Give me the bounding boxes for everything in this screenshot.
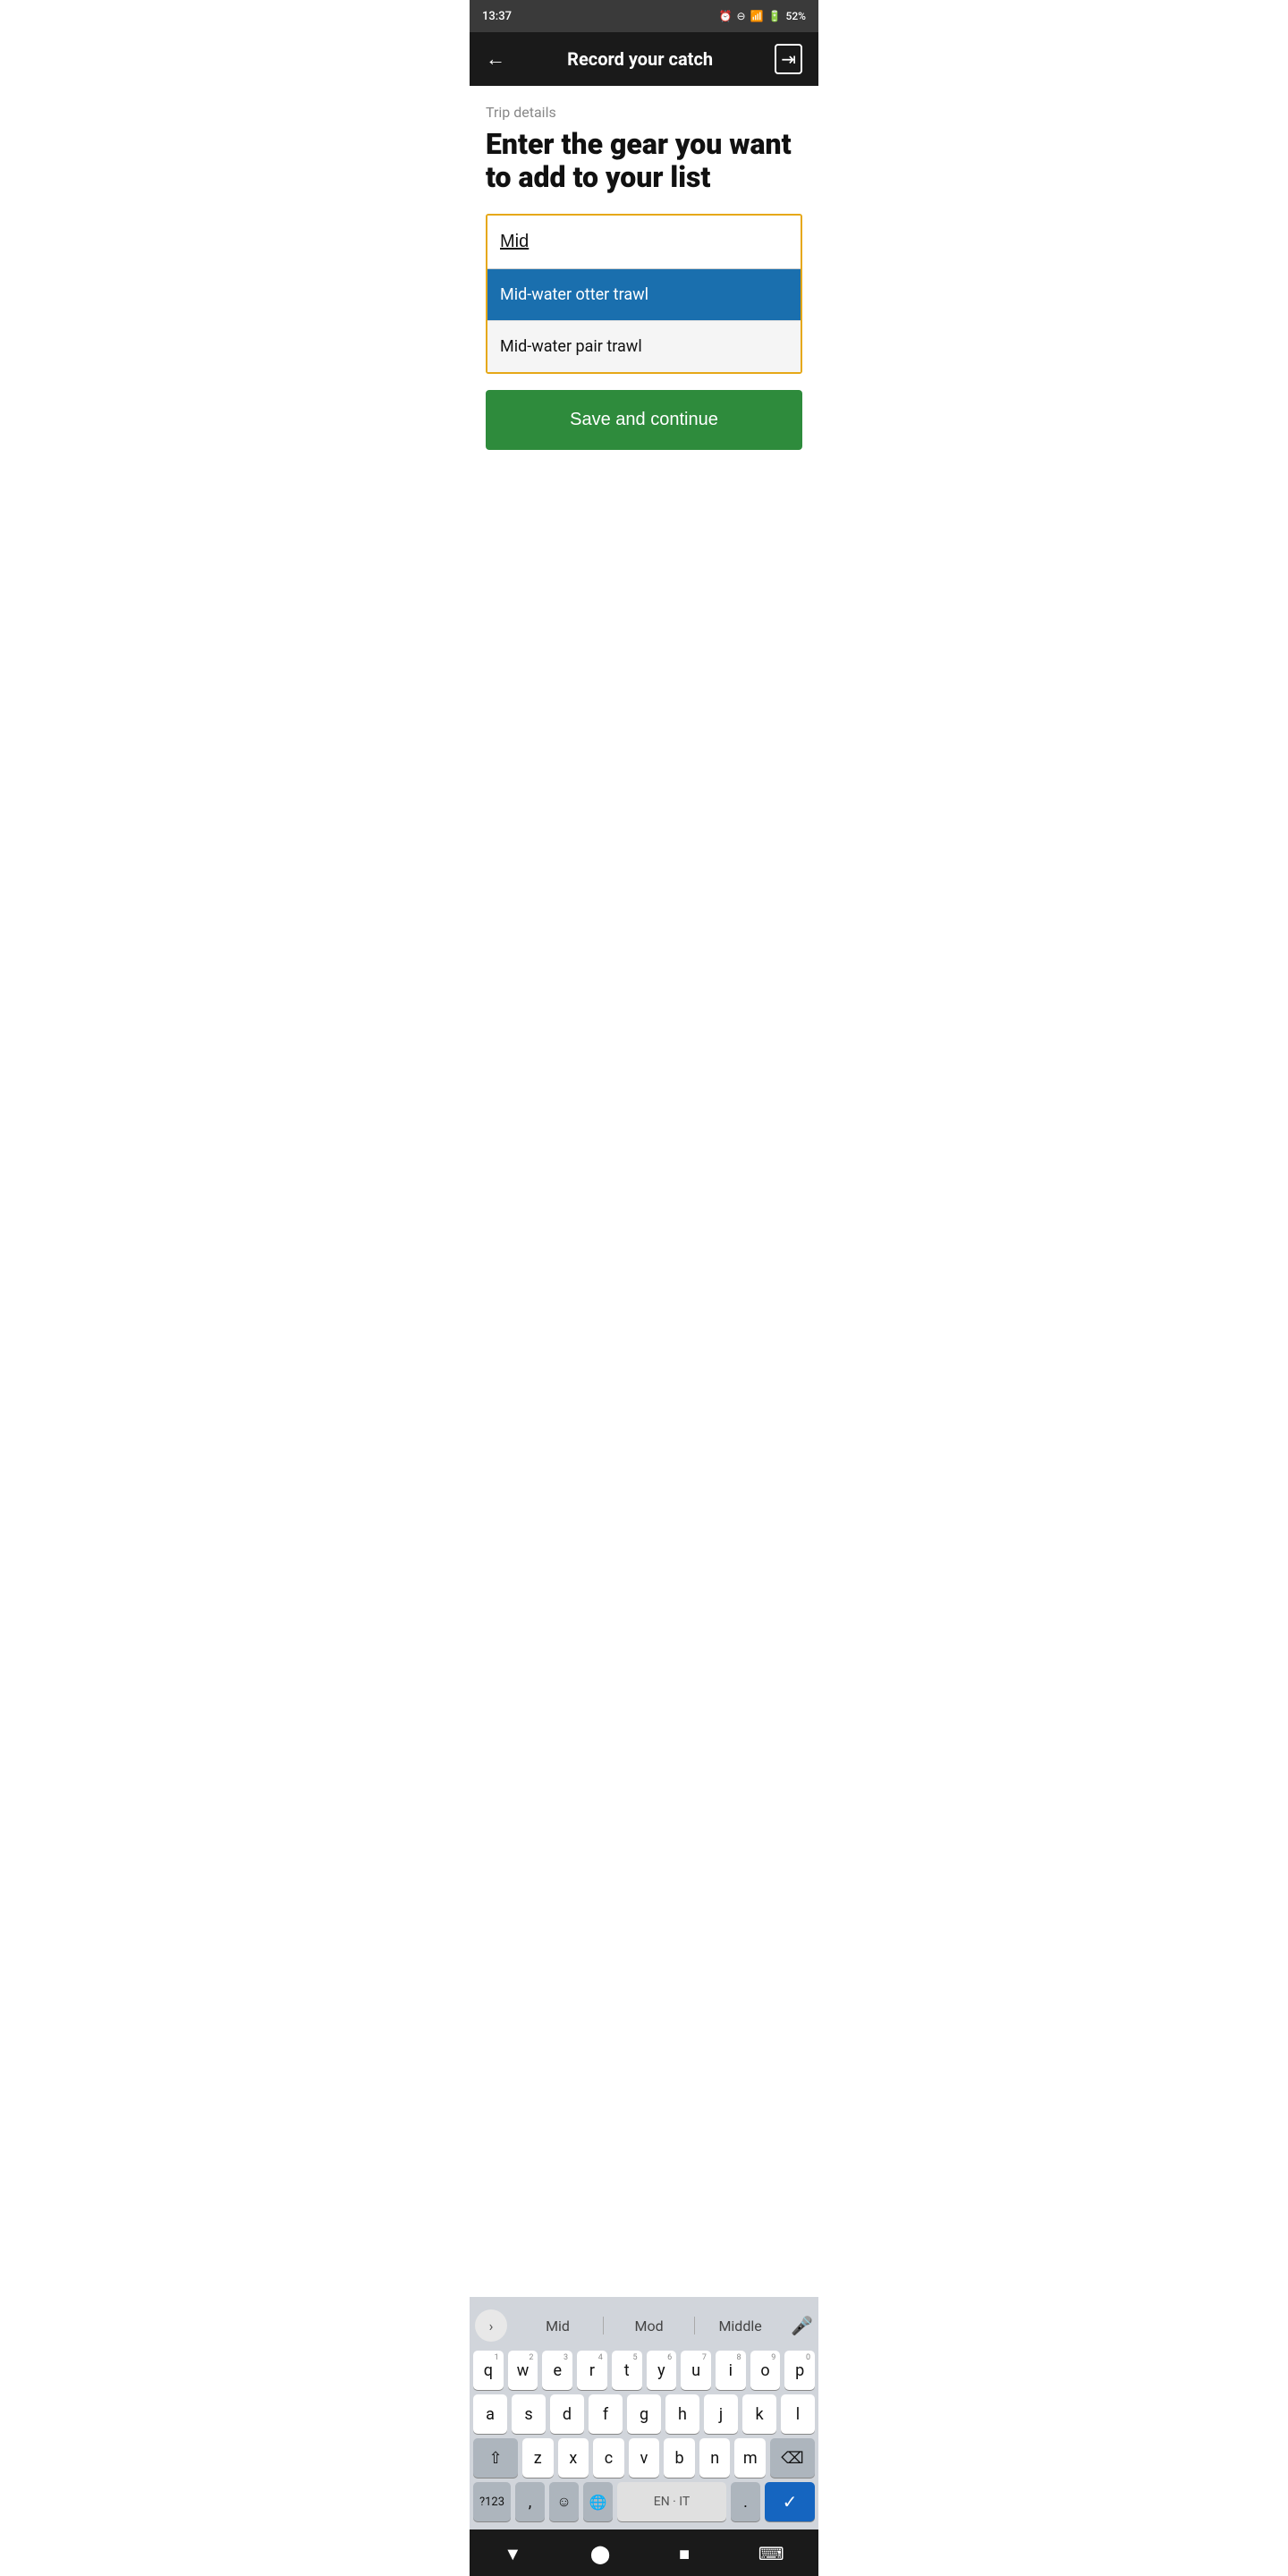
enter-key[interactable]: ✓ <box>765 2482 815 2521</box>
key-o[interactable]: 9o <box>750 2351 781 2390</box>
nav-recents-button[interactable]: ■ <box>679 2543 690 2565</box>
key-q[interactable]: 1q <box>473 2351 504 2390</box>
key-c[interactable]: c <box>593 2438 624 2478</box>
symbols-key[interactable]: ?123 <box>473 2482 511 2521</box>
key-s[interactable]: s <box>512 2394 546 2434</box>
key-p[interactable]: 0p <box>784 2351 815 2390</box>
key-l[interactable]: l <box>781 2394 815 2434</box>
bottom-nav-bar: ▼ ⬤ ■ ⌨ <box>470 2529 818 2576</box>
back-button[interactable]: ← <box>486 47 505 71</box>
keyboard-keys: 1q 2w 3e 4r 5t 6y 7u 8i 9o 0p a s d f g … <box>471 2347 817 2529</box>
key-v[interactable]: v <box>629 2438 660 2478</box>
key-z[interactable]: z <box>522 2438 554 2478</box>
period-key[interactable]: . <box>731 2482 760 2521</box>
nav-title: Record your catch <box>567 48 713 70</box>
status-bar: 13:37 ⏰ ⊖ 📶 🔋 52% <box>470 0 818 32</box>
key-row-3: ⇧ z x c v b n m ⌫ <box>473 2438 815 2478</box>
dropdown-item-pair-trawl[interactable]: Mid-water pair trawl <box>487 321 801 372</box>
suggestions-row: › Mid Mod Middle 🎤 <box>471 2304 817 2347</box>
gear-search-input[interactable] <box>487 216 801 268</box>
comma-key[interactable]: , <box>515 2482 545 2521</box>
key-x[interactable]: x <box>558 2438 589 2478</box>
nav-back-button[interactable]: ▼ <box>504 2543 521 2565</box>
key-f[interactable]: f <box>589 2394 623 2434</box>
key-g[interactable]: g <box>627 2394 661 2434</box>
page-heading: Enter the gear you want to add to your l… <box>486 128 802 194</box>
key-row-4: ?123 , ☺ 🌐 EN · IT . ✓ <box>473 2482 815 2521</box>
key-h[interactable]: h <box>665 2394 699 2434</box>
emoji-key[interactable]: ☺ <box>549 2482 579 2521</box>
battery-percent: 52% <box>786 10 806 22</box>
key-i[interactable]: 8i <box>716 2351 746 2390</box>
nav-keyboard-button[interactable]: ⌨ <box>758 2543 784 2564</box>
key-n[interactable]: n <box>699 2438 731 2478</box>
key-d[interactable]: d <box>550 2394 584 2434</box>
status-icons: ⏰ ⊖ 📶 🔋 52% <box>719 10 806 22</box>
backspace-key[interactable]: ⌫ <box>770 2438 815 2478</box>
suggestion-mod[interactable]: Mod <box>604 2314 694 2338</box>
nav-home-button[interactable]: ⬤ <box>590 2543 610 2564</box>
section-label: Trip details <box>486 104 802 121</box>
logout-button[interactable]: ⇥ <box>775 44 802 74</box>
nav-bar: ← Record your catch ⇥ <box>470 32 818 86</box>
key-j[interactable]: j <box>704 2394 738 2434</box>
key-row-1: 1q 2w 3e 4r 5t 6y 7u 8i 9o 0p <box>473 2351 815 2390</box>
dropdown-item-otter-trawl[interactable]: Mid-water otter trawl <box>487 269 801 321</box>
key-a[interactable]: a <box>473 2394 507 2434</box>
key-m[interactable]: m <box>734 2438 766 2478</box>
save-continue-button[interactable]: Save and continue <box>486 390 802 450</box>
key-row-2: a s d f g h j k l <box>473 2394 815 2434</box>
suggestion-middle[interactable]: Middle <box>695 2314 785 2338</box>
key-e[interactable]: 3e <box>542 2351 572 2390</box>
dropdown-list: Mid-water otter trawl Mid-water pair tra… <box>487 268 801 372</box>
key-w[interactable]: 2w <box>508 2351 538 2390</box>
key-y[interactable]: 6y <box>647 2351 677 2390</box>
space-key[interactable]: EN · IT <box>617 2482 726 2521</box>
key-b[interactable]: b <box>664 2438 695 2478</box>
keyboard-area: › Mid Mod Middle 🎤 1q 2w 3e 4r 5t 6y 7u … <box>470 2297 818 2529</box>
gear-input-dropdown: Mid-water otter trawl Mid-water pair tra… <box>486 214 802 374</box>
globe-key[interactable]: 🌐 <box>583 2482 613 2521</box>
mic-icon[interactable]: 🎤 <box>791 2315 813 2336</box>
alarm-icon: ⏰ <box>719 10 733 22</box>
key-t[interactable]: 5t <box>612 2351 642 2390</box>
status-time: 13:37 <box>482 10 512 23</box>
shift-key[interactable]: ⇧ <box>473 2438 518 2478</box>
suggestions-expand-button[interactable]: › <box>475 2309 507 2342</box>
battery-icon: 🔋 <box>768 10 782 22</box>
key-r[interactable]: 4r <box>577 2351 607 2390</box>
block-icon: ⊖ <box>737 10 746 22</box>
signal-icon: 📶 <box>750 10 764 22</box>
key-u[interactable]: 7u <box>681 2351 711 2390</box>
suggestion-mid[interactable]: Mid <box>513 2314 603 2338</box>
key-k[interactable]: k <box>742 2394 776 2434</box>
main-content: Trip details Enter the gear you want to … <box>470 86 818 2297</box>
